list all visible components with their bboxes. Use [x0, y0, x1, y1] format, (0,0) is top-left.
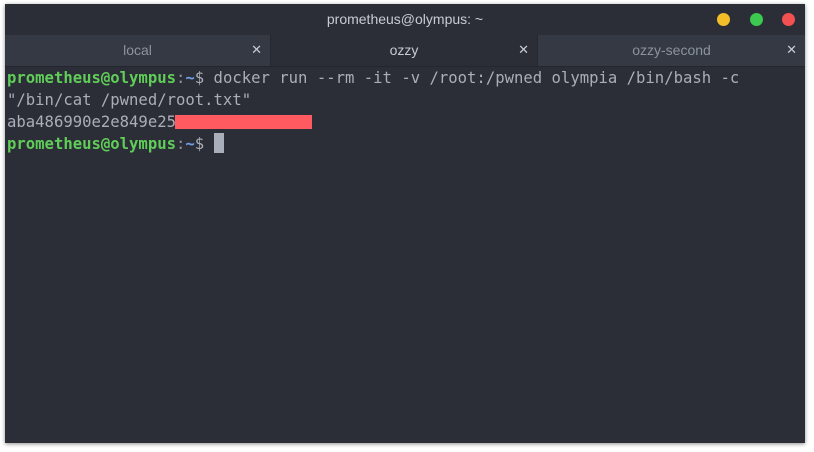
close-button[interactable]	[782, 13, 795, 26]
tab-label: local	[123, 42, 152, 58]
tab-ozzy-second[interactable]: ozzy-second ✕	[538, 35, 805, 66]
terminal-window: prometheus@olympus: ~ local ✕ ozzy ✕ ozz…	[5, 4, 805, 443]
redaction-bar	[175, 115, 313, 129]
close-tab-icon[interactable]: ✕	[518, 35, 529, 66]
command-line: prometheus@olympus:~$ docker run --rm -i…	[7, 67, 803, 89]
title-bar[interactable]: prometheus@olympus: ~	[5, 4, 805, 35]
window-title: prometheus@olympus: ~	[326, 11, 484, 27]
command-continuation: "/bin/cat /pwned/root.txt"	[7, 89, 803, 111]
output-line: aba486990e2e849e25c	[7, 111, 803, 133]
prompt-symbol: $	[194, 135, 205, 153]
prompt-symbol: $	[194, 69, 205, 87]
prompt-path: ~	[185, 69, 195, 87]
tab-label: ozzy	[389, 42, 419, 58]
prompt-separator: :	[176, 135, 186, 153]
prompt-separator: :	[176, 69, 186, 87]
active-prompt-line[interactable]: prometheus@olympus:~$	[7, 133, 803, 155]
prompt-user-host: prometheus@olympus	[7, 69, 176, 87]
minimize-button[interactable]	[717, 13, 730, 26]
close-tab-icon[interactable]: ✕	[251, 35, 262, 66]
prompt-user-host: prometheus@olympus	[7, 135, 176, 153]
command-text: docker run --rm -it -v /root:/pwned olym…	[204, 69, 740, 87]
tab-label: ozzy-second	[632, 42, 711, 58]
tab-ozzy[interactable]: ozzy ✕	[271, 35, 538, 66]
output-text: aba486990e2e849e25c	[7, 113, 186, 131]
prompt-path: ~	[185, 135, 195, 153]
text-cursor	[213, 133, 224, 153]
terminal-output[interactable]: prometheus@olympus:~$ docker run --rm -i…	[7, 67, 803, 439]
maximize-button[interactable]	[750, 13, 763, 26]
close-tab-icon[interactable]: ✕	[786, 35, 797, 66]
command-text-continued: "/bin/cat /pwned/root.txt"	[7, 91, 252, 109]
tab-bar: local ✕ ozzy ✕ ozzy-second ✕	[5, 35, 805, 67]
tab-local[interactable]: local ✕	[5, 35, 271, 66]
